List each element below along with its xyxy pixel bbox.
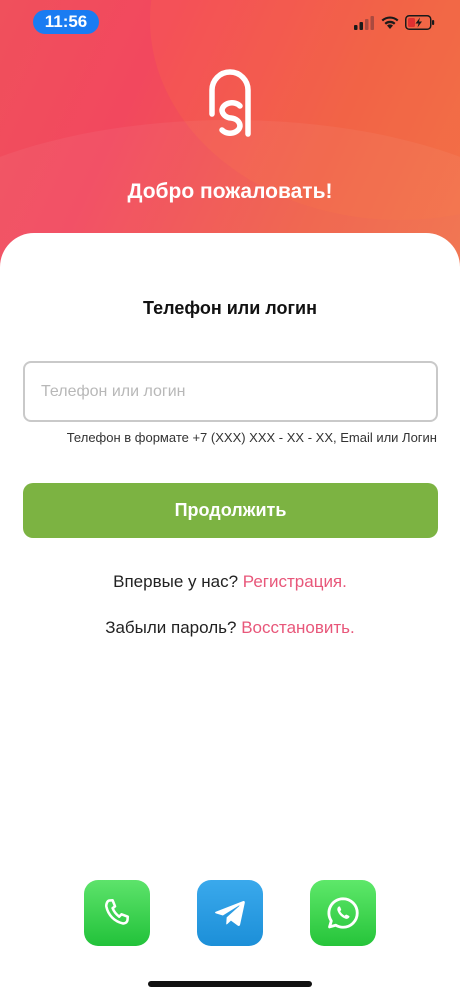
register-line: Впервые у нас? Регистрация. (0, 572, 460, 592)
recover-line: Забыли пароль? Восстановить. (0, 618, 460, 638)
welcome-title: Добро пожаловать! (127, 180, 333, 203)
telegram-button[interactable] (197, 880, 263, 946)
whatsapp-button[interactable] (310, 880, 376, 946)
recover-password-link[interactable]: Восстановить. (241, 618, 355, 637)
status-time[interactable]: 11:56 (33, 10, 99, 34)
phone-icon (105, 898, 130, 925)
wifi-icon (381, 16, 399, 29)
whatsapp-icon (327, 897, 359, 929)
battery-charging-icon (405, 15, 435, 30)
telegram-icon (215, 900, 245, 926)
register-link[interactable]: Регистрация. (243, 572, 347, 591)
input-hint: Телефон в формате +7 (XXX) XXX - XX - XX… (66, 430, 437, 445)
form-title: Телефон или логин (143, 298, 317, 318)
register-prompt: Впервые у нас? (113, 572, 239, 591)
status-bar: 11:56 (0, 0, 460, 44)
recover-prompt: Забыли пароль? (105, 618, 237, 637)
continue-button[interactable]: Продолжить (23, 483, 438, 538)
phone-or-login-input[interactable] (23, 361, 438, 422)
home-indicator[interactable] (148, 981, 312, 987)
app-logo-icon (209, 69, 251, 137)
call-button[interactable] (84, 880, 150, 946)
cellular-signal-icon (354, 16, 374, 30)
